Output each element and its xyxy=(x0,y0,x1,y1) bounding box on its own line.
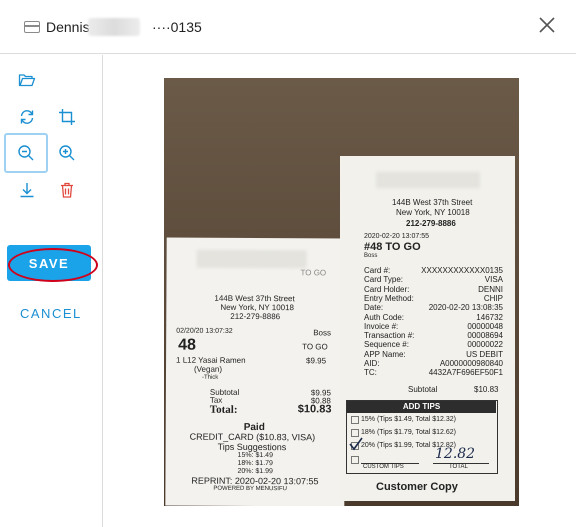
toolbar-sidebar: SAVE CANCEL xyxy=(0,55,103,527)
receipt-text: 144B West 37th Street xyxy=(214,293,295,304)
field-value: XXXXXXXXXXXX0135 xyxy=(421,266,503,275)
card-last4: ····0135 xyxy=(152,19,202,35)
receipt-text: Boss xyxy=(313,328,332,338)
receipt-text: REPRINT: 2020-02-20 13:07:55 xyxy=(191,475,319,487)
receipt-text: Tips Suggestions xyxy=(217,441,287,453)
field-label: TC: xyxy=(364,368,377,378)
receipt-photo: TO GO 144B West 37th Street New York, NY… xyxy=(164,78,519,506)
receipt-text: Subtotal xyxy=(408,385,438,394)
crop-icon[interactable] xyxy=(54,104,80,130)
receipt-text: 2020-02-20 13:07:55 xyxy=(364,233,429,240)
receipt-text: $9.95 xyxy=(306,356,327,366)
zoom-out-icon[interactable] xyxy=(4,133,48,173)
handwritten-total: 12.82 xyxy=(435,446,476,462)
receipt-text: CREDIT_CARD ($10.83, VISA) xyxy=(189,431,316,443)
field-label: Transaction #: xyxy=(364,331,415,341)
redacted-name xyxy=(88,18,140,36)
receipt-text: 1 L12 Yasai Ramen xyxy=(176,355,246,365)
field-label: Card #: xyxy=(364,266,391,275)
receipt-text: -Thick xyxy=(201,374,219,381)
receipt-text: TOTAL xyxy=(449,464,468,470)
receipt-text: Boss xyxy=(364,253,378,259)
tip-checkbox xyxy=(351,429,359,437)
field-label: Invoice #: xyxy=(364,321,399,331)
field-label: Auth Code: xyxy=(364,312,405,322)
close-icon[interactable] xyxy=(536,14,558,36)
folder-open-icon[interactable] xyxy=(14,67,40,93)
add-tips-header: ADD TIPS xyxy=(347,401,496,413)
receipt-text: CUSTOM TIPS xyxy=(363,464,404,470)
receipt-text: New York, NY 10018 xyxy=(220,302,295,313)
field-value: VISA xyxy=(484,275,503,285)
field-value: CHIP xyxy=(483,293,503,303)
receipt-text: #48 TO GO xyxy=(364,241,421,253)
cancel-button[interactable]: CANCEL xyxy=(20,306,82,321)
field-label: APP Name: xyxy=(364,349,406,359)
field-label: Entry Method: xyxy=(364,293,414,303)
receipt-text: TO GO xyxy=(302,342,328,352)
add-tips-box: ADD TIPS 15% (Tips $1.49, Total $12.32) … xyxy=(346,400,498,474)
field-label: AID: xyxy=(364,359,380,368)
field-value: 2020-02-20 13:08:35 xyxy=(428,303,503,313)
card-receipt: 144B West 37th Street New York, NY 10018… xyxy=(340,156,515,501)
tip-checkbox xyxy=(351,456,359,464)
field-label: Card Holder: xyxy=(364,284,410,294)
tip-option: 18% (Tips $1.79, Total $12.62) xyxy=(361,429,456,436)
receipt-text: POWERED BY MENUSIFU xyxy=(213,485,287,493)
field-value: 00000048 xyxy=(467,321,503,331)
receipt-text: 212-279-8886 xyxy=(406,219,456,228)
field-value: US DEBIT xyxy=(466,349,503,359)
card-icon xyxy=(24,21,40,33)
restaurant-receipt: TO GO 144B West 37th Street New York, NY… xyxy=(165,237,346,506)
receipt-text: 212-279-8886 xyxy=(230,311,281,322)
save-button[interactable]: SAVE xyxy=(7,245,91,281)
field-label: Card Type: xyxy=(364,275,403,285)
dialog-header: Dennis ····0135 xyxy=(0,0,576,54)
receipt-text: 02/20/20 13:07:32 xyxy=(176,327,233,335)
receipt-text: Total: xyxy=(209,403,238,416)
receipt-text: 20%: $1.99 xyxy=(237,467,273,476)
tip-option: 15% (Tips $1.49, Total $12.32) xyxy=(361,416,456,423)
tip-checkbox xyxy=(351,416,359,424)
field-value: 146732 xyxy=(476,312,503,322)
receipt-text: $10.83 xyxy=(474,385,499,394)
download-icon[interactable] xyxy=(14,177,40,203)
order-number: 48 xyxy=(178,336,196,354)
field-label: Sequence #: xyxy=(364,340,409,350)
receipt-text: 15%: $1.49 xyxy=(237,451,274,460)
field-value: 4432A7F696EF50F1 xyxy=(428,368,503,378)
receipt-total: $10.83 xyxy=(297,403,332,416)
trash-icon[interactable] xyxy=(54,177,80,203)
receipt-text: New York, NY 10018 xyxy=(396,208,470,217)
zoom-in-icon[interactable] xyxy=(54,140,80,166)
rotate-icon[interactable] xyxy=(14,104,40,130)
field-value: 00008694 xyxy=(467,331,503,341)
redacted-logo xyxy=(376,172,480,188)
receipt-text: 144B West 37th Street xyxy=(392,198,473,207)
redacted-logo xyxy=(196,249,307,269)
receipt-text: (Vegan) xyxy=(193,364,223,374)
receipt-text: Customer Copy xyxy=(376,481,458,493)
field-value: DENNI xyxy=(478,284,503,294)
cardholder-name: Dennis xyxy=(46,19,90,35)
field-value: A0000000980840 xyxy=(439,359,503,368)
field-label: Date: xyxy=(364,303,384,313)
receipt-text: 18%: $1.79 xyxy=(237,459,273,468)
receipt-text: TO GO xyxy=(300,268,327,278)
field-value: 00000022 xyxy=(467,340,503,350)
